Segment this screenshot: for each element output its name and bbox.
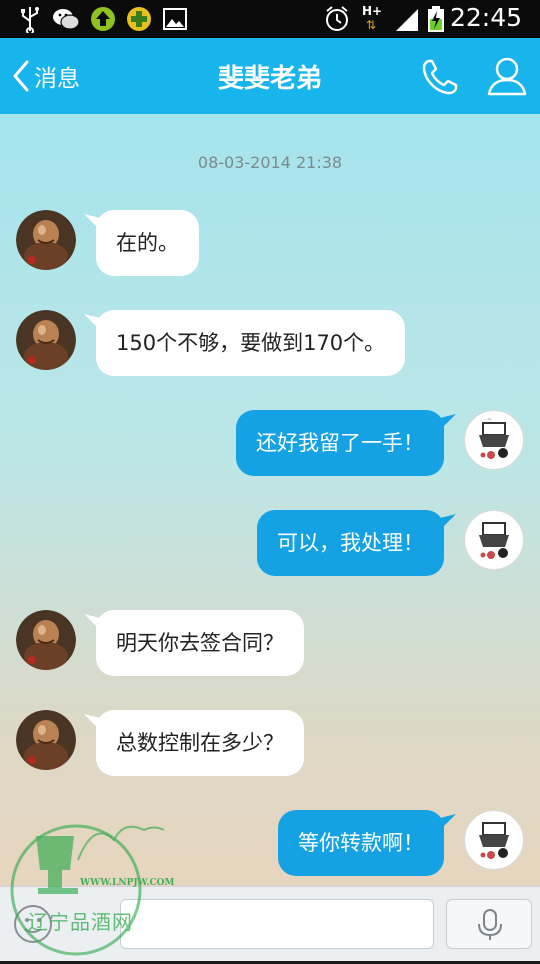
input-bar bbox=[0, 886, 540, 961]
incoming-message[interactable]: 在的。 bbox=[96, 210, 199, 276]
contact-avatar[interactable] bbox=[16, 710, 76, 770]
title-bar: 消息 斐斐老弟 bbox=[0, 38, 540, 114]
message-row: 总数控制在多少？ bbox=[0, 710, 540, 780]
status-time: 22:45 bbox=[449, 3, 522, 32]
signal-icon bbox=[396, 9, 418, 31]
my-avatar[interactable] bbox=[464, 510, 524, 570]
voice-button[interactable] bbox=[446, 899, 532, 949]
phone-icon[interactable] bbox=[419, 56, 461, 98]
usb-icon bbox=[21, 7, 39, 33]
incoming-message[interactable]: 150个不够，要做到170个。 bbox=[96, 310, 406, 376]
contact-profile-icon[interactable] bbox=[486, 54, 528, 98]
back-button[interactable]: 消息 bbox=[10, 54, 120, 98]
message-row: 在的。 bbox=[0, 210, 540, 280]
battery-charging-icon bbox=[428, 6, 444, 32]
alarm-icon bbox=[326, 6, 348, 31]
plus-app-icon bbox=[127, 7, 151, 31]
contact-avatar[interactable] bbox=[16, 610, 76, 670]
message-row: 还好我留了一手！ ~ bbox=[0, 410, 540, 480]
network-hplus-icon: H+ ⇅ bbox=[362, 4, 383, 32]
incoming-message[interactable]: 明天你去签合同？ bbox=[96, 610, 304, 676]
chat-title: 斐斐老弟 bbox=[217, 64, 322, 94]
contact-avatar[interactable] bbox=[16, 310, 76, 370]
message-row: 明天你去签合同？ bbox=[0, 610, 540, 680]
message-row: 可以，我处理！ bbox=[0, 510, 540, 580]
microphone-icon bbox=[478, 909, 502, 940]
outgoing-message[interactable]: 还好我留了一手！ bbox=[236, 410, 444, 476]
outgoing-message[interactable]: 可以，我处理！ bbox=[257, 510, 444, 576]
incoming-message[interactable]: 总数控制在多少？ bbox=[96, 710, 304, 776]
message-row: 150个不够，要做到170个。 bbox=[0, 310, 540, 380]
back-label: 消息 bbox=[34, 66, 80, 92]
emoji-icon[interactable] bbox=[10, 901, 56, 947]
image-icon bbox=[163, 8, 187, 30]
upload-icon bbox=[91, 7, 115, 31]
outgoing-message[interactable]: 等你转款啊！ bbox=[278, 810, 444, 876]
status-bar: H+ ⇅ 22:45 bbox=[0, 0, 540, 38]
my-avatar[interactable] bbox=[464, 810, 524, 870]
chat-area[interactable]: 08-03-2014 21:38 在的。 150个不够，要做到170个。 还好我… bbox=[0, 114, 540, 886]
network-label: H+ bbox=[362, 4, 383, 18]
contact-avatar[interactable] bbox=[16, 210, 76, 270]
message-input[interactable] bbox=[120, 899, 434, 949]
svg-text:~: ~ bbox=[487, 416, 492, 423]
my-avatar[interactable]: ~ bbox=[464, 410, 524, 470]
wechat-icon bbox=[53, 9, 80, 30]
message-timestamp: 08-03-2014 21:38 bbox=[197, 153, 343, 172]
message-row: 等你转款啊！ bbox=[0, 810, 540, 880]
chevron-left-icon bbox=[13, 60, 29, 92]
